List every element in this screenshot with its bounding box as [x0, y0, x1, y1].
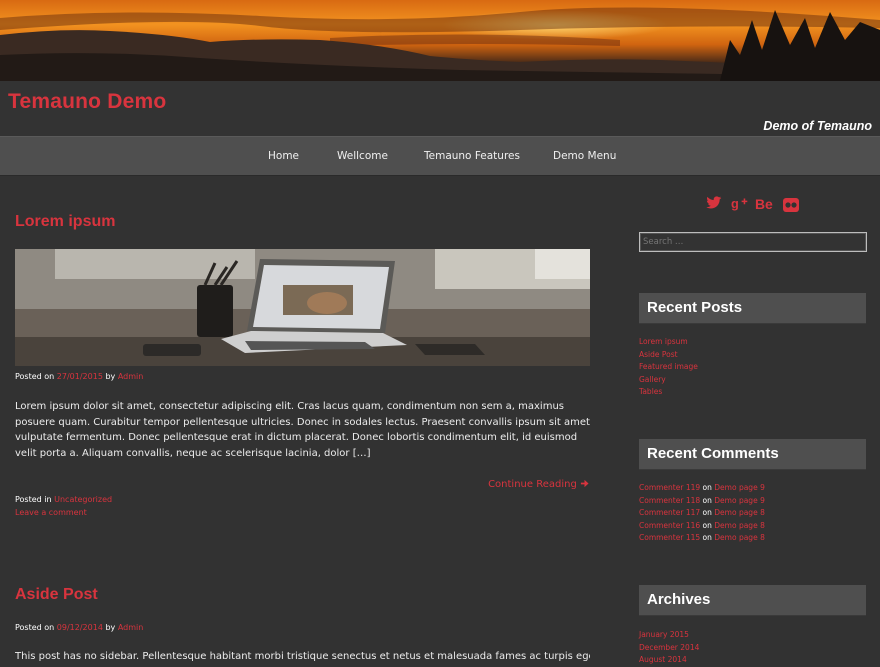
svg-text:g: g — [731, 196, 739, 211]
on-label: on — [702, 533, 712, 543]
arrow-right-icon — [580, 479, 589, 490]
list-item: Commenter 118 on Demo page 9 — [639, 495, 765, 508]
banner-landscape — [0, 7, 880, 81]
by-label: by — [105, 372, 116, 381]
comment-post-link[interactable]: Demo page 8 — [714, 533, 765, 542]
laptop-desk-photo — [15, 249, 590, 366]
main-navigation: Home Wellcome Temauno Features Demo Menu — [0, 136, 880, 176]
list-item: January 2015 — [639, 629, 699, 642]
list-item: August 2014 — [639, 654, 699, 667]
recent-post-link[interactable]: Lorem ipsum — [639, 337, 688, 346]
comment-post-link[interactable]: Demo page 8 — [714, 508, 765, 517]
posted-in-label: Posted in — [15, 495, 52, 504]
post-author-link[interactable]: Admin — [118, 623, 144, 632]
recent-comments-title: Recent Comments — [639, 439, 866, 470]
list-item: Featured image — [639, 361, 698, 374]
nav-item-wellcome[interactable]: Wellcome — [337, 150, 388, 162]
list-item: Commenter 116 on Demo page 8 — [639, 520, 765, 533]
post-footer-meta: Posted in Uncategorized — [15, 495, 112, 504]
by-label: by — [105, 623, 116, 632]
recent-post-link[interactable]: Gallery — [639, 375, 666, 384]
list-item: Commenter 117 on Demo page 8 — [639, 507, 765, 520]
on-label: on — [702, 520, 712, 530]
header-banner-image — [0, 0, 880, 81]
post-title[interactable]: Lorem ipsum — [15, 213, 115, 231]
recent-comments-list: Commenter 119 on Demo page 9 Commenter 1… — [639, 482, 765, 545]
continue-reading-link[interactable]: Continue Reading — [488, 479, 589, 490]
comment-post-link[interactable]: Demo page 9 — [714, 483, 765, 492]
comment-post-link[interactable]: Demo page 9 — [714, 496, 765, 505]
post-title-aside[interactable]: Aside Post — [15, 586, 98, 604]
nav-item-temauno-features[interactable]: Temauno Features — [424, 150, 520, 162]
comment-post-link[interactable]: Demo page 8 — [714, 521, 765, 530]
post-meta: Posted on 27/01/2015 by Admin — [15, 372, 143, 381]
posted-on-label: Posted on — [15, 623, 55, 632]
list-item: Aside Post — [639, 349, 698, 362]
post-excerpt-aside: This post has no sidebar. Pellentesque h… — [15, 651, 590, 662]
post-author-link[interactable]: Admin — [118, 372, 144, 381]
recent-post-link[interactable]: Featured image — [639, 362, 698, 371]
site-description: Demo of Temauno — [763, 119, 872, 133]
list-item: Commenter 119 on Demo page 9 — [639, 482, 765, 495]
list-item: December 2014 — [639, 642, 699, 655]
post-date-link[interactable]: 27/01/2015 — [57, 372, 103, 381]
archive-link[interactable]: January 2015 — [639, 630, 689, 639]
list-item: Tables — [639, 386, 698, 399]
on-label: on — [702, 495, 712, 505]
flickr-icon[interactable] — [783, 197, 799, 216]
archive-link[interactable]: December 2014 — [639, 643, 699, 652]
list-item: Lorem ipsum — [639, 336, 698, 349]
comment-author-link[interactable]: Commenter 115 — [639, 533, 700, 542]
recent-posts-list: Lorem ipsum Aside Post Featured image Ga… — [639, 336, 698, 399]
on-label: on — [702, 483, 712, 492]
nav-item-home[interactable]: Home — [268, 150, 299, 162]
archives-title: Archives — [639, 585, 866, 616]
twitter-icon[interactable] — [706, 195, 722, 214]
comment-author-link[interactable]: Commenter 119 — [639, 483, 700, 492]
comment-author-link[interactable]: Commenter 118 — [639, 496, 700, 505]
comment-author-link[interactable]: Commenter 116 — [639, 521, 700, 530]
list-item: Commenter 115 on Demo page 8 — [639, 532, 765, 545]
google-plus-icon[interactable]: g — [731, 196, 748, 215]
search-input[interactable] — [639, 232, 867, 252]
behance-icon[interactable]: Be — [755, 196, 777, 215]
recent-post-link[interactable]: Aside Post — [639, 350, 678, 359]
post-date-link[interactable]: 09/12/2014 — [57, 623, 103, 632]
recent-post-link[interactable]: Tables — [639, 387, 662, 396]
continue-reading-label: Continue Reading — [488, 479, 577, 490]
site-title[interactable]: Temauno Demo — [8, 90, 166, 114]
comment-author-link[interactable]: Commenter 117 — [639, 508, 700, 517]
recent-posts-title: Recent Posts — [639, 293, 866, 324]
leave-comment-link[interactable]: Leave a comment — [15, 508, 87, 517]
list-item: Gallery — [639, 374, 698, 387]
post-meta-aside: Posted on 09/12/2014 by Admin — [15, 623, 143, 632]
nav-item-demo-menu[interactable]: Demo Menu — [553, 150, 616, 162]
posted-on-label: Posted on — [15, 372, 55, 381]
on-label: on — [702, 508, 712, 518]
post-excerpt: Lorem ipsum dolor sit amet, consectetur … — [15, 401, 590, 460]
archives-list: January 2015 December 2014 August 2014 — [639, 629, 699, 667]
featured-image[interactable] — [15, 249, 590, 366]
post-category-link[interactable]: Uncategorized — [54, 495, 112, 504]
svg-text:Be: Be — [755, 197, 773, 211]
